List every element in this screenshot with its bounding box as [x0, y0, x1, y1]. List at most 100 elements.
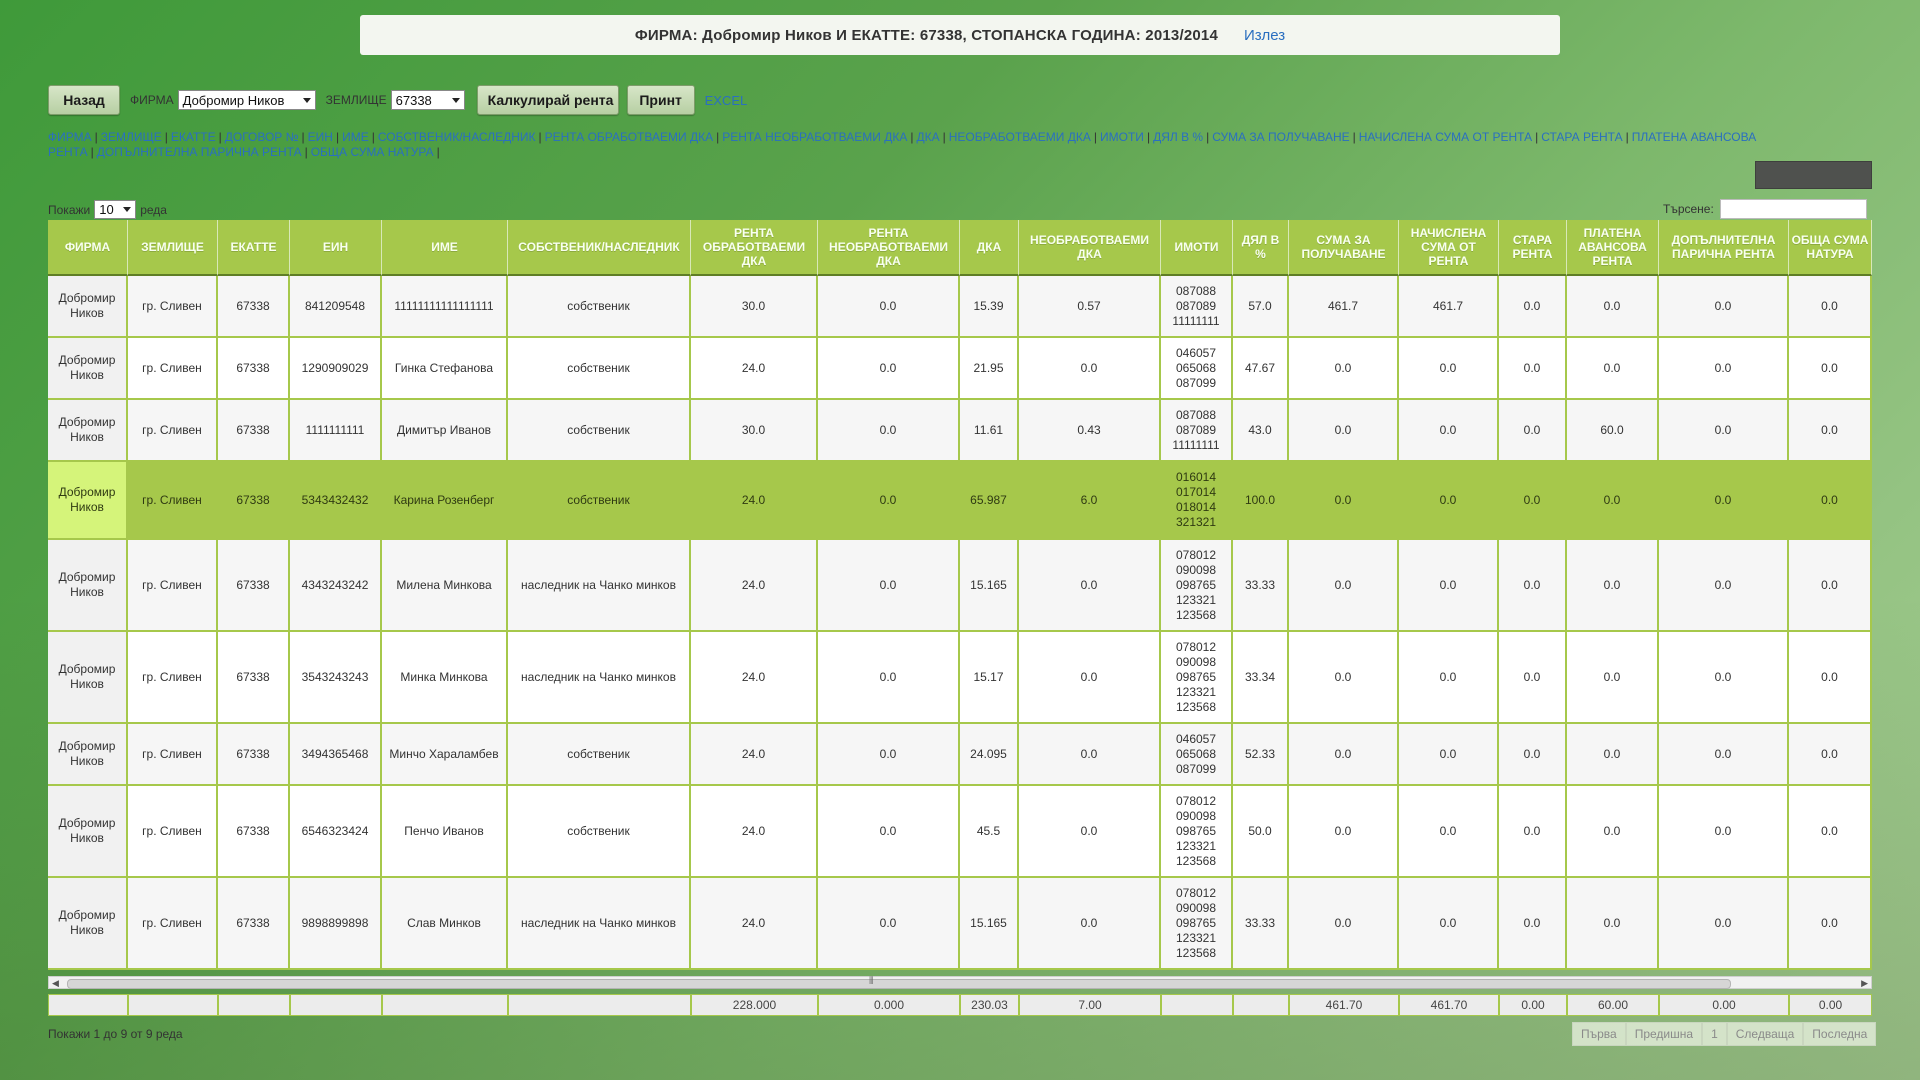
- column-header[interactable]: СУМА ЗА ПОЛУЧАВАНЕ: [1289, 220, 1399, 276]
- column-toggle-link[interactable]: ФИРМА: [48, 130, 92, 144]
- column-header[interactable]: НАЧИСЛЕНА СУМА ОТ РЕНТА: [1399, 220, 1499, 276]
- table-cell: 0.0: [1659, 878, 1789, 970]
- rows-label: реда: [140, 202, 167, 217]
- column-toggle-link[interactable]: НАЧИСЛЕНА СУМА ОТ РЕНТА: [1359, 130, 1532, 144]
- firm-select[interactable]: Добромир Ников: [177, 90, 316, 110]
- column-header[interactable]: РЕНТА ОБРАБОТВАЕМИ ДКА: [691, 220, 818, 276]
- scroll-right-icon[interactable]: ▶: [1861, 978, 1868, 989]
- column-header[interactable]: ОБЩА СУМА НАТУРА: [1789, 220, 1872, 276]
- table-cell: 0.0: [1659, 462, 1789, 540]
- column-header[interactable]: ЗЕМЛИЩЕ: [128, 220, 218, 276]
- logout-link[interactable]: Излез: [1244, 27, 1285, 44]
- horizontal-scrollbar[interactable]: ◀ ⦀ ▶: [48, 976, 1872, 989]
- total-cell: [218, 994, 290, 1016]
- column-header[interactable]: ДОПЪЛНИТЕЛНА ПАРИЧНА РЕНТА: [1659, 220, 1789, 276]
- pager-prev[interactable]: Предишна: [1625, 1022, 1703, 1046]
- column-header[interactable]: ЕИН: [290, 220, 382, 276]
- separator: |: [942, 130, 946, 144]
- table-row[interactable]: Добромир Ников гр. Сливен 67338 6546323424 П…: [48, 786, 1872, 878]
- column-toggle-link[interactable]: ДОПЪЛНИТЕЛНА ПАРИЧНА РЕНТА: [97, 145, 302, 159]
- column-toggle-link[interactable]: ЕКАТТЕ: [171, 130, 216, 144]
- table-cell: 0.0: [1499, 878, 1567, 970]
- column-toggle-link[interactable]: ОБЩА СУМА НАТУРА: [311, 145, 434, 159]
- table-cell: 67338: [218, 632, 290, 724]
- separator: |: [301, 130, 305, 144]
- table-cell: 100.0: [1233, 462, 1289, 540]
- column-header[interactable]: ИМОТИ: [1161, 220, 1233, 276]
- scroll-left-icon[interactable]: ◀: [52, 978, 59, 989]
- column-header[interactable]: СТАРА РЕНТА: [1499, 220, 1567, 276]
- column-toggle-link[interactable]: НЕОБРАБОТВАЕМИ ДКА: [949, 130, 1091, 144]
- table-cell: 841209548: [290, 276, 382, 338]
- column-toggle-link[interactable]: ДКА: [916, 130, 939, 144]
- column-header[interactable]: СОБСТВЕНИК/НАСЛЕДНИК: [508, 220, 691, 276]
- separator: |: [1146, 130, 1151, 144]
- table-cell: Добромир Ников: [48, 540, 128, 632]
- column-toggle-link[interactable]: ДЯЛ В %: [1153, 130, 1203, 144]
- table-row[interactable]: Добромир Ников гр. Сливен 67338 1111111111 Д…: [48, 400, 1872, 462]
- pager-next[interactable]: Следваща: [1726, 1022, 1804, 1046]
- column-header[interactable]: ИМЕ: [382, 220, 508, 276]
- pager-page[interactable]: 1: [1702, 1022, 1727, 1046]
- table-cell: 0.0: [1499, 338, 1567, 400]
- column-header[interactable]: ПЛАТЕНА АВАНСОВА РЕНТА: [1567, 220, 1659, 276]
- table-cell: гр. Сливен: [128, 338, 218, 400]
- table-cell: 0.0: [1567, 786, 1659, 878]
- table-cell: 67338: [218, 540, 290, 632]
- table-row[interactable]: Добромир Ников гр. Сливен 67338 841209548 11…: [48, 276, 1872, 338]
- column-toggle-link[interactable]: СОБСТВЕНИК/НАСЛЕДНИК: [378, 130, 536, 144]
- table-cell: 0.0: [818, 540, 960, 632]
- land-select[interactable]: 67338: [390, 90, 465, 110]
- column-toggle-link[interactable]: РЕНТА ОБРАБОТВАЕМИ ДКА: [545, 130, 713, 144]
- column-toggle-link[interactable]: ИМЕ: [342, 130, 369, 144]
- table-cell: собственик: [508, 276, 691, 338]
- column-toggle-link[interactable]: ДОГОВОР №: [225, 130, 299, 144]
- column-header[interactable]: ФИРМА: [48, 220, 128, 276]
- back-button[interactable]: Назад: [48, 85, 120, 115]
- search-input[interactable]: [1719, 199, 1867, 219]
- separator: |: [538, 130, 542, 144]
- table-cell: 0.0: [1499, 724, 1567, 786]
- column-header[interactable]: ДЯЛ В %: [1233, 220, 1289, 276]
- print-button[interactable]: Принт: [626, 85, 695, 115]
- table-cell: 0.0: [1289, 724, 1399, 786]
- table-row[interactable]: Добромир Ников гр. Сливен 67338 5343432432 К…: [48, 462, 1872, 540]
- column-toggle-link[interactable]: ИМОТИ: [1100, 130, 1144, 144]
- column-header[interactable]: ДКА: [960, 220, 1019, 276]
- column-toggle-link[interactable]: РЕНТА НЕОБРАБОТВАЕМИ ДКА: [722, 130, 907, 144]
- column-header[interactable]: РЕНТА НЕОБРАБОТВАЕМИ ДКА: [818, 220, 960, 276]
- column-header[interactable]: ЕКАТТЕ: [218, 220, 290, 276]
- table-cell: 65.987: [960, 462, 1019, 540]
- column-toggle-link[interactable]: СУМА ЗА ПОЛУЧАВАНЕ: [1212, 130, 1349, 144]
- table-row[interactable]: Добромир Ников гр. Сливен 67338 9898899898 С…: [48, 878, 1872, 970]
- column-toggle-link[interactable]: ЕИН: [308, 130, 333, 144]
- table-cell: наследник на Чанко минков: [508, 878, 691, 970]
- table-cell: 60.0: [1567, 400, 1659, 462]
- column-toggle-link[interactable]: ЗЕМЛИЩЕ: [101, 130, 162, 144]
- table-row[interactable]: Добромир Ников гр. Сливен 67338 1290909029 Г…: [48, 338, 1872, 400]
- table-cell: 1111111111: [290, 400, 382, 462]
- table-row[interactable]: Добромир Ников гр. Сливен 67338 3494365468 М…: [48, 724, 1872, 786]
- table-row[interactable]: Добромир Ников гр. Сливен 67338 3543243243 М…: [48, 632, 1872, 724]
- pager-last[interactable]: Последна: [1803, 1022, 1877, 1046]
- table-row[interactable]: Добромир Ников гр. Сливен 67338 4343243242 М…: [48, 540, 1872, 632]
- firm-select-value: Добромир Ников: [182, 92, 285, 108]
- table-cell: Добромир Ников: [48, 786, 128, 878]
- page-length-select[interactable]: 10: [94, 200, 137, 219]
- table-cell: 0.0: [818, 338, 960, 400]
- table-cell: 0.0: [1789, 632, 1872, 724]
- column-header[interactable]: НЕОБРАБОТВАЕМИ ДКА: [1019, 220, 1161, 276]
- calculate-rent-button[interactable]: Калкулирай рента: [476, 85, 619, 115]
- table-cell: Добромир Ников: [48, 276, 128, 338]
- column-toggle-link[interactable]: СТАРА РЕНТА: [1541, 130, 1622, 144]
- table-cell: 43.0: [1233, 400, 1289, 462]
- table-cell: гр. Сливен: [128, 276, 218, 338]
- scrollbar-thumb[interactable]: [67, 979, 1731, 989]
- table-cell: 461.7: [1399, 276, 1499, 338]
- pager-first[interactable]: Първа: [1572, 1022, 1626, 1046]
- table-cell: 0.0: [1567, 540, 1659, 632]
- table-cell: 0.0: [1399, 724, 1499, 786]
- excel-link[interactable]: EXCEL: [705, 93, 748, 108]
- table-cell: 0.43: [1019, 400, 1161, 462]
- separator: |: [910, 130, 914, 144]
